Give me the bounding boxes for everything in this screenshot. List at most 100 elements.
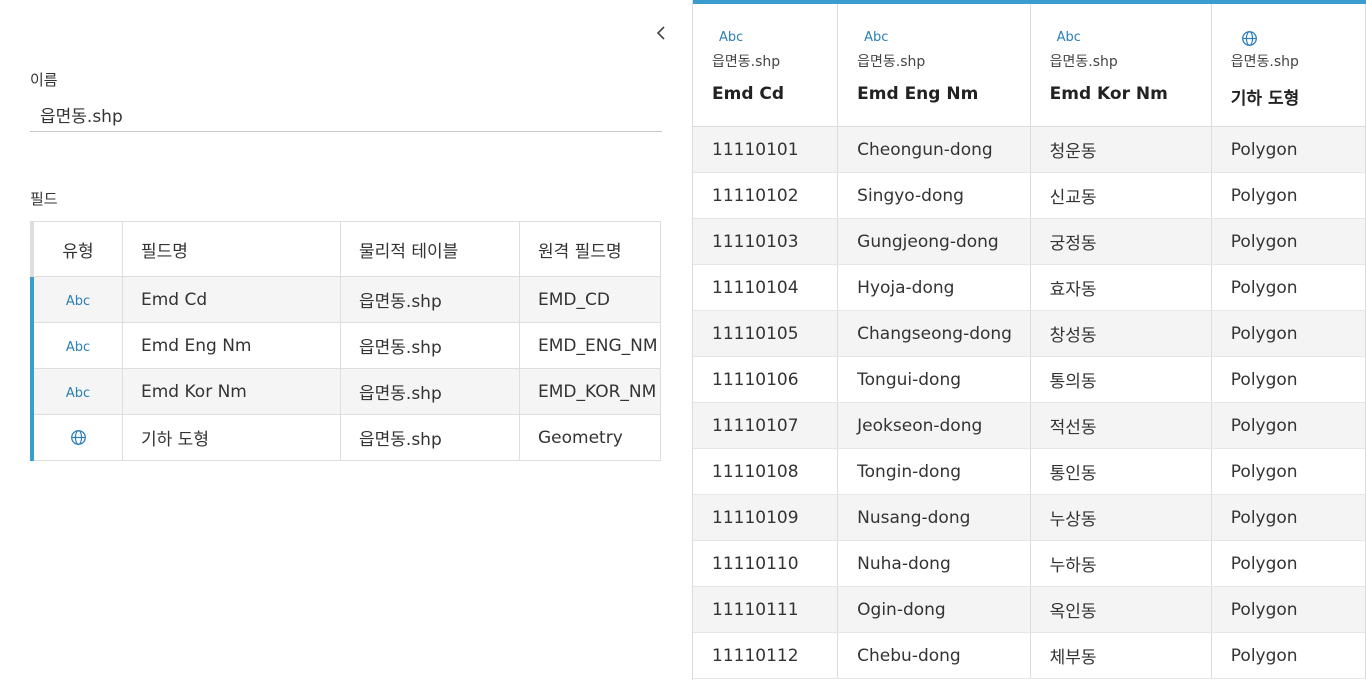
type-cell[interactable]: Abc bbox=[30, 322, 123, 369]
physical-table-cell: 읍면동.shp bbox=[340, 368, 520, 415]
emd-eng-nm-cell[interactable]: Cheongun-dong bbox=[837, 126, 1031, 173]
column-source: 읍면동.shp bbox=[857, 54, 926, 70]
table-row[interactable]: 11110111 Ogin-dong 옥인동 Polygon bbox=[693, 586, 1366, 633]
emd-eng-nm-cell[interactable]: Gungjeong-dong bbox=[837, 218, 1031, 265]
geometry-cell[interactable]: Polygon bbox=[1211, 264, 1366, 311]
column-header-remote-field[interactable]: 원격 필드명 bbox=[519, 221, 661, 277]
type-cell[interactable]: Abc bbox=[30, 276, 123, 323]
emd-eng-nm-cell[interactable]: Hyoja-dong bbox=[837, 264, 1031, 311]
emd-eng-nm-cell[interactable]: Chebu-dong bbox=[837, 632, 1031, 679]
table-row[interactable]: 11110106 Tongui-dong 통의동 Polygon bbox=[693, 356, 1366, 403]
emd-cd-cell[interactable]: 11110103 bbox=[693, 218, 839, 265]
type-cell[interactable]: Abc bbox=[30, 368, 123, 415]
emd-kor-nm-cell[interactable]: 옥인동 bbox=[1030, 586, 1212, 633]
geometry-cell[interactable]: Polygon bbox=[1211, 586, 1366, 633]
emd-eng-nm-cell[interactable]: Tongui-dong bbox=[837, 356, 1031, 403]
table-row[interactable]: 11110101 Cheongun-dong 청운동 Polygon bbox=[693, 126, 1366, 173]
emd-eng-nm-cell[interactable]: Tongin-dong bbox=[837, 448, 1031, 495]
emd-cd-cell[interactable]: 11110111 bbox=[693, 586, 839, 633]
table-row[interactable]: 11110109 Nusang-dong 누상동 Polygon bbox=[693, 494, 1366, 541]
physical-table-cell: 읍면동.shp bbox=[340, 276, 520, 323]
geometry-cell[interactable]: Polygon bbox=[1211, 218, 1366, 265]
table-row[interactable]: 11110112 Chebu-dong 체부동 Polygon bbox=[693, 632, 1366, 679]
column-source: 읍면동.shp bbox=[712, 54, 781, 70]
geometry-cell[interactable]: Polygon bbox=[1211, 494, 1366, 541]
emd-kor-nm-cell[interactable]: 효자동 bbox=[1030, 264, 1212, 311]
grid-column-header-emd-kor-nm[interactable]: Abc 읍면동.shp Emd Kor Nm bbox=[1030, 0, 1212, 127]
string-type-icon: Abc bbox=[65, 385, 91, 401]
fields-table: 유형 필드명 물리적 테이블 원격 필드명 Abc Emd Cd 읍면동.shp… bbox=[30, 221, 661, 461]
geometry-cell[interactable]: Polygon bbox=[1211, 310, 1366, 357]
remote-field-cell: Geometry bbox=[519, 414, 661, 461]
emd-kor-nm-cell[interactable]: 궁정동 bbox=[1030, 218, 1212, 265]
table-row[interactable]: Abc Emd Eng Nm 읍면동.shp EMD_ENG_NM bbox=[30, 322, 661, 369]
table-row[interactable]: Abc Emd Kor Nm 읍면동.shp EMD_KOR_NM bbox=[30, 368, 661, 415]
emd-kor-nm-cell[interactable]: 통인동 bbox=[1030, 448, 1212, 495]
grid-column-header-emd-eng-nm[interactable]: Abc 읍면동.shp Emd Eng Nm bbox=[837, 0, 1031, 127]
emd-eng-nm-cell[interactable]: Singyo-dong bbox=[837, 172, 1031, 219]
emd-cd-cell[interactable]: 11110106 bbox=[693, 356, 839, 403]
emd-eng-nm-cell[interactable]: Changseong-dong bbox=[837, 310, 1031, 357]
emd-cd-cell[interactable]: 11110112 bbox=[693, 632, 839, 679]
column-header-type[interactable]: 유형 bbox=[30, 221, 123, 277]
table-row[interactable]: 11110110 Nuha-dong 누하동 Polygon bbox=[693, 540, 1366, 587]
emd-cd-cell[interactable]: 11110101 bbox=[693, 126, 839, 173]
emd-cd-cell[interactable]: 11110108 bbox=[693, 448, 839, 495]
column-header-field-name[interactable]: 필드명 bbox=[122, 221, 341, 277]
table-row[interactable]: 11110105 Changseong-dong 창성동 Polygon bbox=[693, 310, 1366, 357]
grid-column-header-geometry[interactable]: 읍면동.shp 기하 도형 bbox=[1211, 0, 1366, 127]
geometry-cell[interactable]: Polygon bbox=[1211, 540, 1366, 587]
field-details-panel: 이름 필드 유형 필드명 물리적 테이블 원격 필드명 Abc Emd Cd 읍… bbox=[0, 0, 692, 680]
emd-eng-nm-cell[interactable]: Jeokseon-dong bbox=[837, 402, 1031, 449]
geometry-cell[interactable]: Polygon bbox=[1211, 632, 1366, 679]
emd-cd-cell[interactable]: 11110107 bbox=[693, 402, 839, 449]
table-row[interactable]: 11110103 Gungjeong-dong 궁정동 Polygon bbox=[693, 218, 1366, 265]
emd-kor-nm-cell[interactable]: 신교동 bbox=[1030, 172, 1212, 219]
table-row[interactable]: 11110107 Jeokseon-dong 적선동 Polygon bbox=[693, 402, 1366, 449]
field-name-cell: 기하 도형 bbox=[122, 414, 341, 461]
table-row[interactable]: 11110108 Tongin-dong 통인동 Polygon bbox=[693, 448, 1366, 495]
remote-field-cell: EMD_ENG_NM bbox=[519, 322, 661, 369]
emd-cd-cell[interactable]: 11110110 bbox=[693, 540, 839, 587]
emd-eng-nm-cell[interactable]: Nusang-dong bbox=[837, 494, 1031, 541]
grid-column-header-emd-cd[interactable]: Abc 읍면동.shp Emd Cd bbox=[693, 0, 839, 127]
remote-field-cell: EMD_CD bbox=[519, 276, 661, 323]
geometry-cell[interactable]: Polygon bbox=[1211, 126, 1366, 173]
emd-kor-nm-cell[interactable]: 누하동 bbox=[1030, 540, 1212, 587]
geometry-cell[interactable]: Polygon bbox=[1211, 356, 1366, 403]
name-input[interactable] bbox=[30, 98, 662, 132]
emd-cd-cell[interactable]: 11110109 bbox=[693, 494, 839, 541]
grid-header-row: Abc 읍면동.shp Emd Cd Abc 읍면동.shp Emd Eng N… bbox=[693, 0, 1366, 127]
string-type-icon: Abc bbox=[65, 293, 91, 309]
data-grid: Abc 읍면동.shp Emd Cd Abc 읍면동.shp Emd Eng N… bbox=[693, 0, 1366, 679]
geometry-cell[interactable]: Polygon bbox=[1211, 448, 1366, 495]
collapse-panel-button[interactable] bbox=[650, 20, 672, 46]
emd-kor-nm-cell[interactable]: 누상동 bbox=[1030, 494, 1212, 541]
column-source: 읍면동.shp bbox=[1230, 54, 1299, 70]
emd-cd-cell[interactable]: 11110105 bbox=[693, 310, 839, 357]
emd-eng-nm-cell[interactable]: Ogin-dong bbox=[837, 586, 1031, 633]
emd-kor-nm-cell[interactable]: 통의동 bbox=[1030, 356, 1212, 403]
emd-kor-nm-cell[interactable]: 창성동 bbox=[1030, 310, 1212, 357]
type-cell[interactable] bbox=[30, 414, 123, 461]
emd-cd-cell[interactable]: 11110104 bbox=[693, 264, 839, 311]
table-row[interactable]: 11110104 Hyoja-dong 효자동 Polygon bbox=[693, 264, 1366, 311]
emd-eng-nm-cell[interactable]: Nuha-dong bbox=[837, 540, 1031, 587]
emd-kor-nm-cell[interactable]: 청운동 bbox=[1030, 126, 1212, 173]
table-row[interactable]: 11110102 Singyo-dong 신교동 Polygon bbox=[693, 172, 1366, 219]
chevron-left-icon bbox=[656, 26, 665, 40]
emd-kor-nm-cell[interactable]: 적선동 bbox=[1030, 402, 1212, 449]
geometry-cell[interactable]: Polygon bbox=[1211, 402, 1366, 449]
table-row[interactable]: 기하 도형 읍면동.shp Geometry bbox=[30, 414, 661, 461]
field-name-cell: Emd Eng Nm bbox=[122, 322, 341, 369]
remote-field-cell: EMD_KOR_NM bbox=[519, 368, 661, 415]
column-header-physical-table[interactable]: 물리적 테이블 bbox=[340, 221, 520, 277]
column-name: Emd Eng Nm bbox=[857, 84, 979, 104]
table-row[interactable]: Abc Emd Cd 읍면동.shp EMD_CD bbox=[30, 276, 661, 323]
geometry-cell[interactable]: Polygon bbox=[1211, 172, 1366, 219]
emd-cd-cell[interactable]: 11110102 bbox=[693, 172, 839, 219]
string-type-icon: Abc bbox=[719, 30, 744, 45]
emd-kor-nm-cell[interactable]: 체부동 bbox=[1030, 632, 1212, 679]
fields-table-header: 유형 필드명 물리적 테이블 원격 필드명 bbox=[30, 221, 661, 277]
name-label: 이름 bbox=[30, 71, 58, 89]
